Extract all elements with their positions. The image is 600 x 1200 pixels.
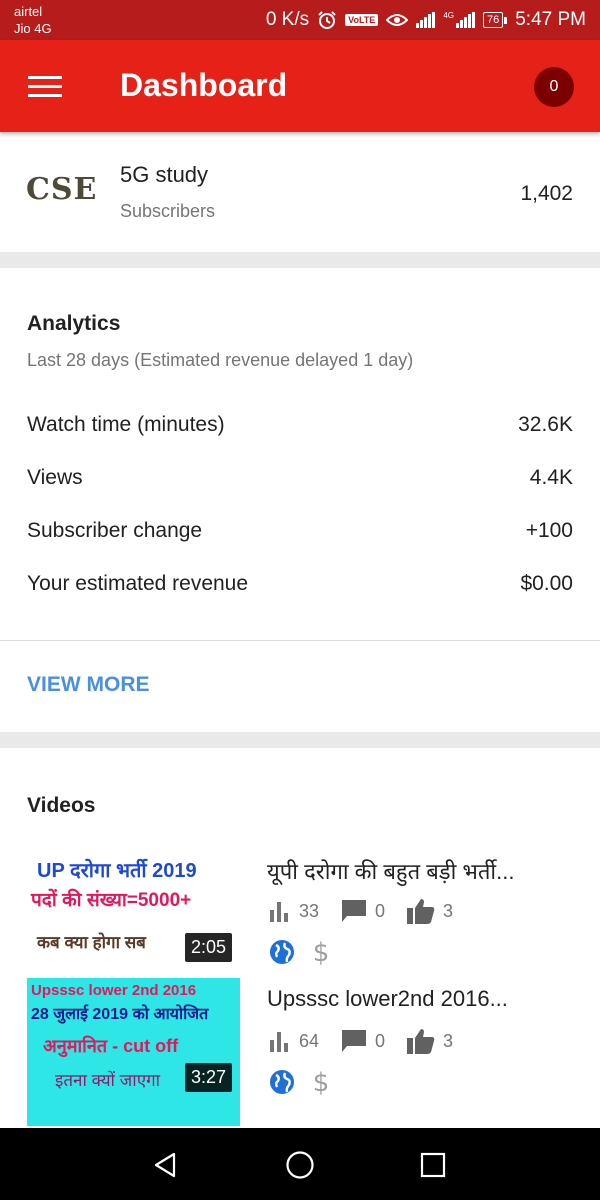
video-duration: 2:05 <box>184 933 232 962</box>
channel-card[interactable]: CSE 5G study Subscribers 1,402 <box>0 132 600 252</box>
metric-estimated-revenue: Your estimated revenue $0.00 <box>27 569 573 599</box>
app-bar: Dashboard 0 <box>0 40 600 132</box>
thumbnail-text: 28 जुलाई 2019 को आयोजित <box>31 1006 209 1023</box>
analytics-title: Analytics <box>27 312 121 335</box>
video-title[interactable]: Upsssc lower2nd 2016... <box>267 986 567 1012</box>
video-stats: 33 0 3 <box>269 898 475 924</box>
thumbnail-text: पदों की संख्या=5000+ <box>31 890 192 911</box>
video-duration: 3:27 <box>184 1063 232 1092</box>
videos-title: Videos <box>27 794 96 817</box>
subscribers-count: 1,402 <box>520 182 573 205</box>
carrier-info: airtel Jio 4G <box>14 3 52 37</box>
thumbnail-text: अनुमानित - cut off <box>43 1036 179 1056</box>
thumbnail-text: कब क्या होगा सब <box>37 933 146 952</box>
signal-icon-4g: 4G <box>443 12 475 28</box>
video-item[interactable]: Upsssc lower 2nd 2016 28 जुलाई 2019 को आ… <box>27 978 587 1126</box>
battery-level: 76 <box>482 12 504 28</box>
volte-badge: VoLTE <box>345 14 379 26</box>
analytics-subtitle: Last 28 days (Estimated revenue delayed … <box>27 350 414 370</box>
network-speed: 0 K/s <box>265 9 310 30</box>
video-thumbnail[interactable]: UP दरोगा भर्ती 2019 पदों की संख्या=5000+… <box>27 848 240 968</box>
thumbnail-text: Upsssc lower 2nd 2016 <box>31 982 197 999</box>
views-stat: 33 <box>269 900 319 922</box>
metric-views: Views 4.4K <box>27 463 573 493</box>
network-type: 4G <box>443 11 454 20</box>
status-bar: airtel Jio 4G 0 K/s VoLTE 4G 76 5:47 PM <box>0 0 600 40</box>
thumbnail-text: UP दरोगा भर्ती 2019 <box>37 860 197 882</box>
svg-text:$: $ <box>313 938 330 966</box>
likes-count: 3 <box>443 1030 454 1051</box>
carrier-secondary: Jio 4G <box>14 21 52 36</box>
alarm-icon <box>317 10 337 30</box>
metric-subscriber-change: Subscriber change +100 <box>27 516 573 546</box>
notification-badge[interactable]: 0 <box>534 67 574 107</box>
metric-label: Watch time (minutes) <box>27 413 225 436</box>
comments-stat: 0 <box>341 1029 385 1053</box>
signal-icon <box>416 12 436 28</box>
video-item[interactable]: UP दरोगा भर्ती 2019 पदों की संख्या=5000+… <box>27 848 587 968</box>
page-title: Dashboard <box>120 67 288 103</box>
clock: 5:47 PM <box>515 9 586 30</box>
globe-icon <box>270 940 294 964</box>
eye-icon <box>386 12 409 28</box>
carrier-primary: airtel <box>14 4 43 19</box>
comment-icon <box>342 900 367 922</box>
divider <box>0 640 600 641</box>
comments-count: 0 <box>375 900 386 921</box>
subscribers-label: Subscribers <box>120 201 216 221</box>
likes-stat: 3 <box>407 1028 453 1054</box>
back-triangle-icon[interactable] <box>149 1148 183 1182</box>
thumbnail-text: इतना क्यों जाएगा <box>55 1071 161 1090</box>
analytics-card: Analytics Last 28 days (Estimated revenu… <box>0 268 600 732</box>
metric-watch-time: Watch time (minutes) 32.6K <box>27 410 573 440</box>
metric-value: 32.6K <box>518 413 573 436</box>
home-circle-icon[interactable] <box>283 1148 317 1182</box>
metric-value: +100 <box>525 519 573 542</box>
recents-square-icon[interactable] <box>416 1148 450 1182</box>
metric-label: Subscriber change <box>27 519 203 542</box>
views-count: 33 <box>299 900 320 921</box>
thumbs-up-icon <box>407 1029 435 1054</box>
views-count: 64 <box>299 1030 320 1051</box>
menu-icon[interactable] <box>28 76 64 100</box>
channel-name: 5G study <box>120 162 209 187</box>
metric-value: $0.00 <box>520 572 573 595</box>
dollar-icon: $ <box>313 938 330 966</box>
video-meta-icons: $ <box>269 938 331 966</box>
status-icons: 0 K/s VoLTE 4G 76 5:47 PM <box>266 8 586 32</box>
video-meta-icons: $ <box>269 1068 331 1096</box>
globe-icon <box>270 1070 294 1094</box>
system-nav-bar <box>0 1128 600 1200</box>
metric-label: Views <box>27 466 83 489</box>
metric-label: Your estimated revenue <box>27 572 249 595</box>
bar-chart-icon <box>270 1032 288 1052</box>
views-stat: 64 <box>269 1030 319 1052</box>
metric-value: 4.4K <box>529 466 573 489</box>
comments-stat: 0 <box>341 899 385 923</box>
channel-logo: CSE <box>26 172 98 207</box>
video-title[interactable]: यूपी दरोगा की बहुत बड़ी भर्ती... <box>267 856 567 886</box>
dollar-icon: $ <box>313 1068 330 1096</box>
view-more-button[interactable]: VIEW MORE <box>27 673 150 697</box>
videos-card: Videos UP दरोगा भर्ती 2019 पदों की संख्य… <box>0 748 600 1132</box>
comments-count: 0 <box>375 1030 386 1051</box>
svg-text:$: $ <box>313 1068 330 1096</box>
video-stats: 64 0 3 <box>269 1028 475 1054</box>
comment-icon <box>342 1030 367 1052</box>
likes-stat: 3 <box>407 898 453 924</box>
bar-chart-icon <box>270 902 288 922</box>
video-thumbnail[interactable]: Upsssc lower 2nd 2016 28 जुलाई 2019 को आ… <box>27 978 240 1126</box>
likes-count: 3 <box>443 900 454 921</box>
battery-icon: 76 <box>482 12 508 28</box>
thumbs-up-icon <box>407 899 435 924</box>
